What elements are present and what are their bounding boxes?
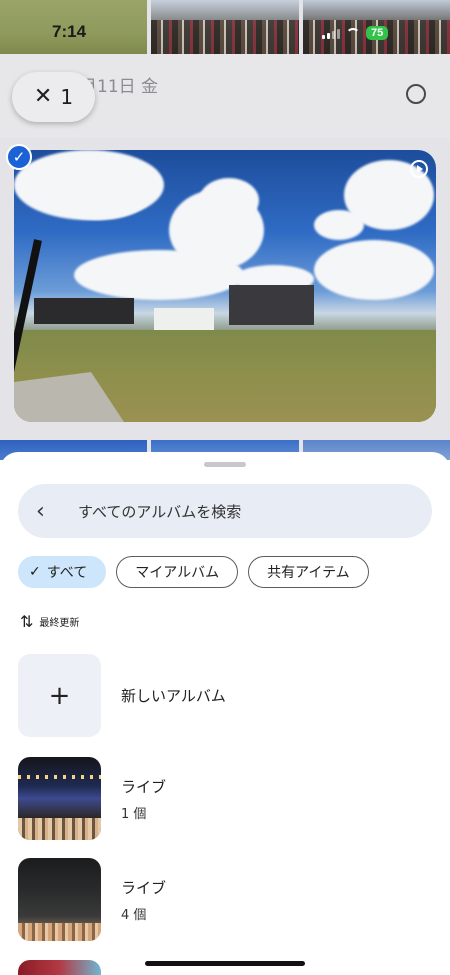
close-icon: ✕ <box>33 84 53 109</box>
filter-chip-my-albums[interactable]: マイアルバム <box>116 556 239 588</box>
signal-icon <box>322 28 340 39</box>
home-indicator[interactable] <box>145 961 305 966</box>
play-circle-icon <box>410 160 428 178</box>
chevron-left-icon[interactable]: ‹ <box>36 499 72 524</box>
select-all-circle-icon[interactable] <box>406 84 426 104</box>
selected-photo[interactable] <box>14 150 436 422</box>
new-album-item[interactable]: + 新しいアルバム <box>18 654 226 737</box>
plus-icon: + <box>18 654 101 737</box>
battery-icon: 75 <box>366 26 389 40</box>
album-cover <box>18 757 101 840</box>
album-item[interactable]: ライブ 4 個 <box>18 858 166 941</box>
album-search-bar[interactable]: ‹ すべてのアルバムを検索 <box>18 484 432 538</box>
filter-chip-shared[interactable]: 共有アイテム <box>248 556 369 588</box>
filter-chip-all[interactable]: ✓ すべて <box>18 556 107 588</box>
album-search-label: すべてのアルバムを検索 <box>78 502 242 521</box>
album-title: ライブ <box>121 777 167 796</box>
check-icon: ✓ <box>29 564 41 580</box>
album-item[interactable]: ライブ 1 個 <box>18 757 166 840</box>
sort-button[interactable]: ⇅ 最終更新 <box>20 612 79 631</box>
sort-arrows-icon: ⇅ <box>20 612 34 631</box>
filter-chips: ✓ すべて マイアルバム 共有アイテム <box>18 556 369 588</box>
album-picker-sheet: ‹ すべてのアルバムを検索 ✓ すべて マイアルバム 共有アイテム ⇅ 最終更新… <box>0 452 450 975</box>
selected-count: 1 <box>60 85 74 109</box>
album-cover[interactable] <box>18 960 101 975</box>
wifi-icon <box>346 28 360 38</box>
photo-grid: 7:14 75 月11日 金 ✕ 1 ✓ <box>0 0 450 460</box>
album-count: 4 個 <box>121 907 147 923</box>
status-time: 7:14 <box>52 22 87 41</box>
status-icons: 75 <box>322 26 389 40</box>
album-title: ライブ <box>121 878 167 897</box>
check-icon: ✓ <box>6 144 32 170</box>
new-album-label: 新しいアルバム <box>121 687 226 705</box>
sort-label: 最終更新 <box>39 618 80 629</box>
cancel-selection-button[interactable]: ✕ 1 <box>12 72 95 122</box>
album-cover <box>18 858 101 941</box>
photo-thumbnail[interactable] <box>151 0 299 54</box>
album-count: 1 個 <box>121 806 147 822</box>
sheet-drag-handle[interactable] <box>204 462 246 467</box>
